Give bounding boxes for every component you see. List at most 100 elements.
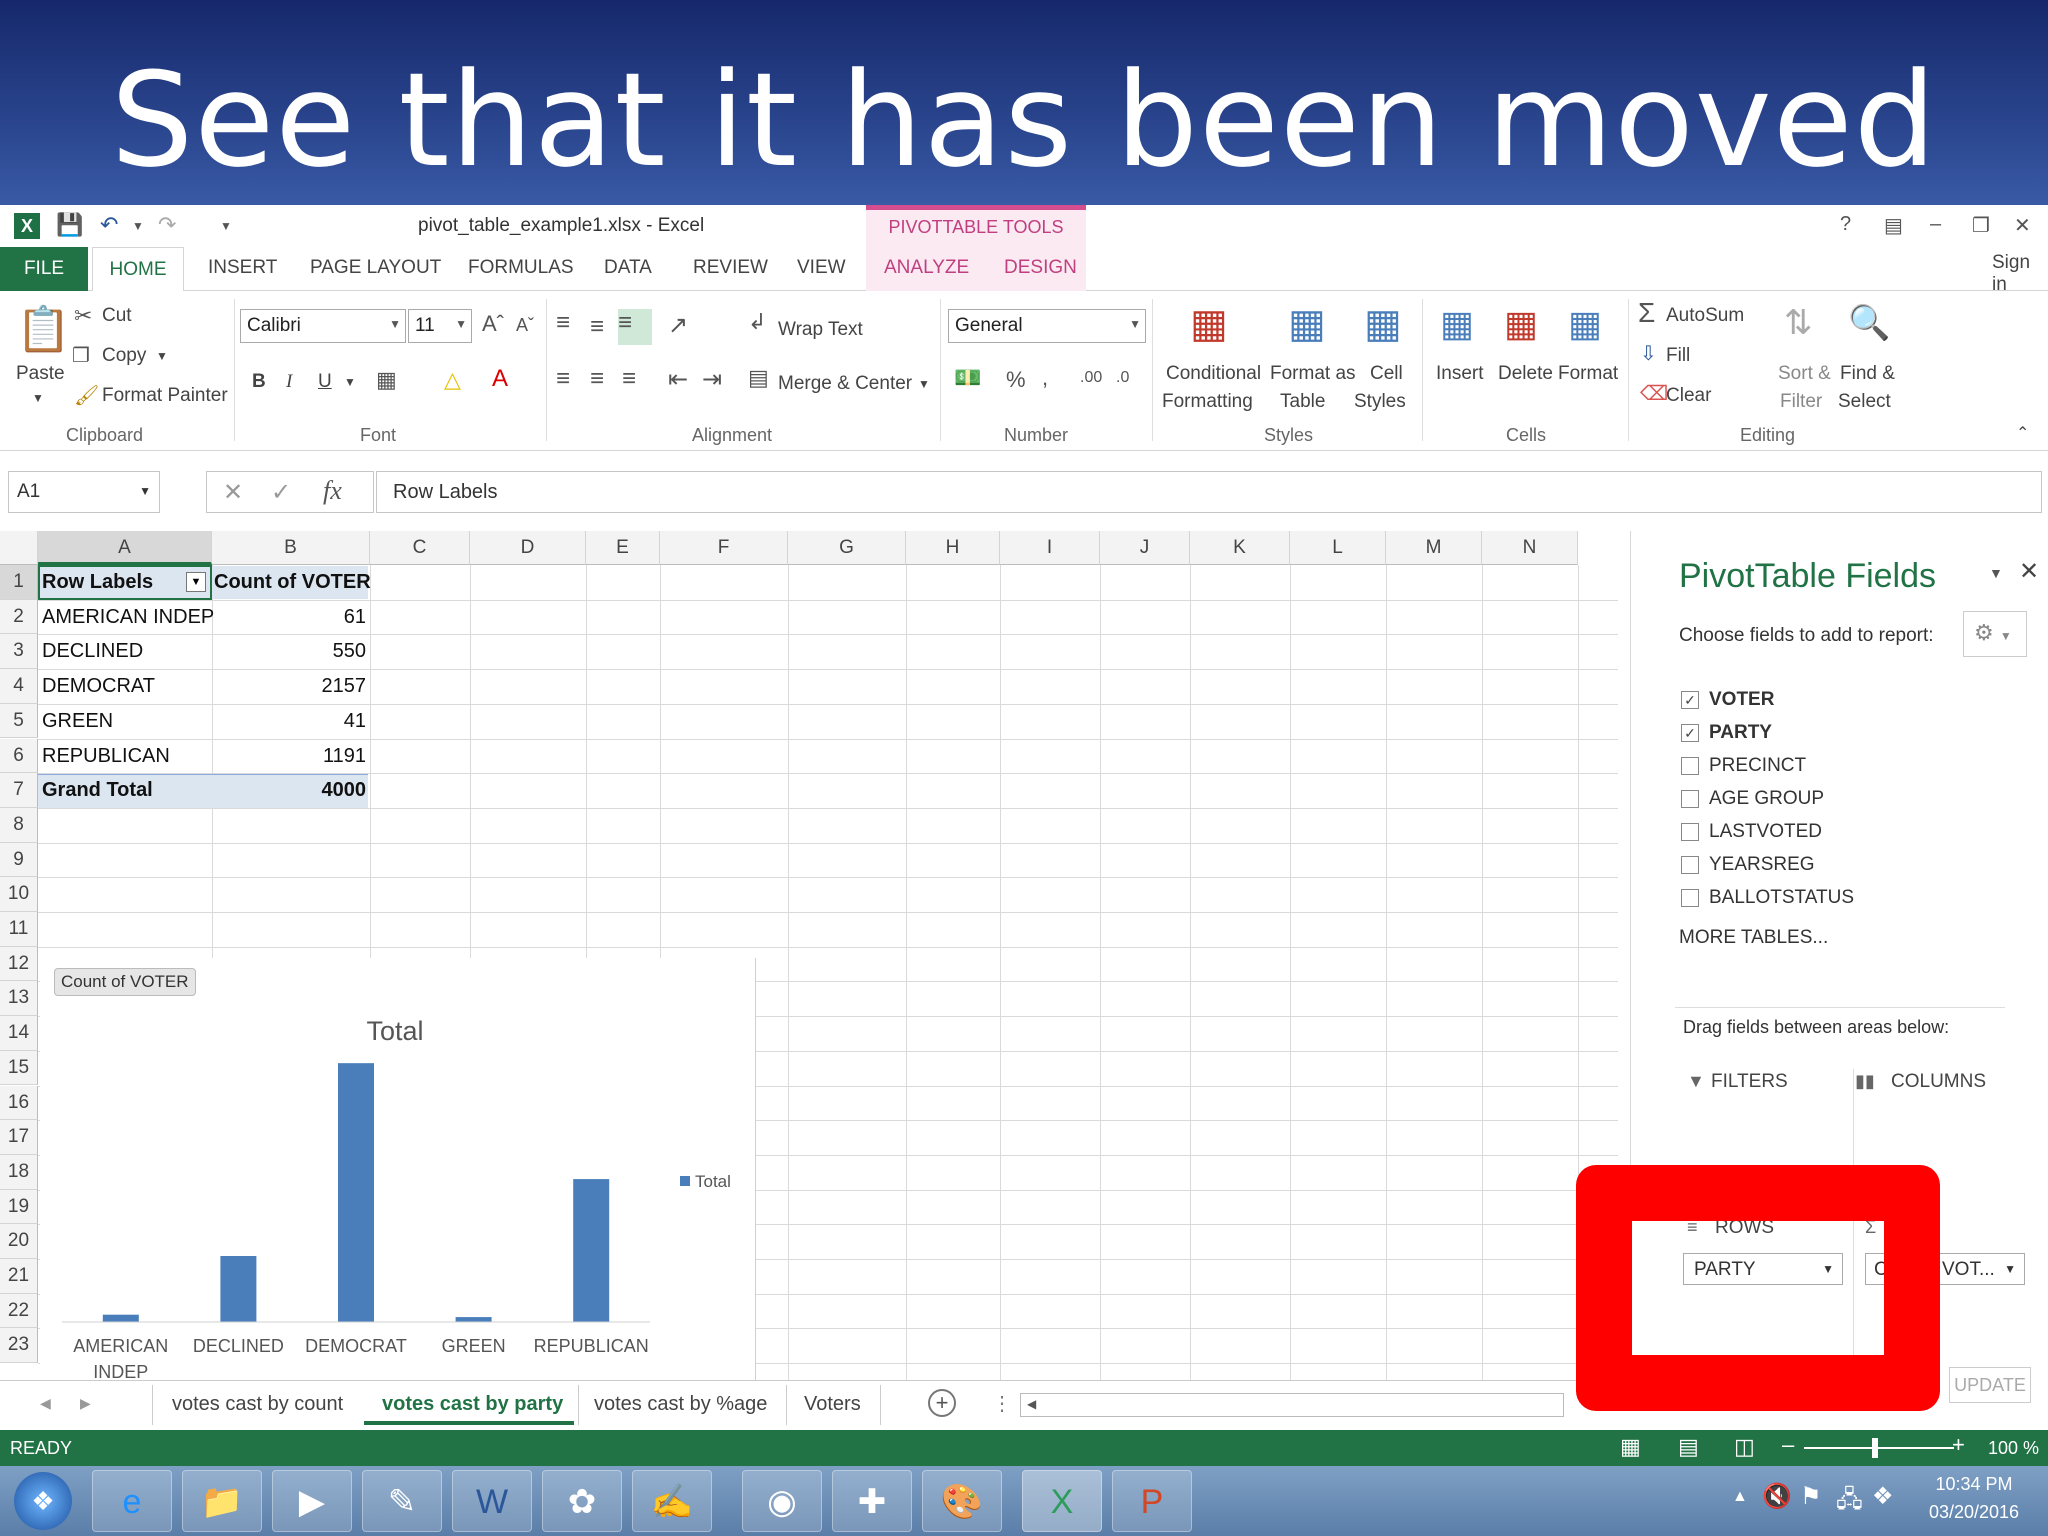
normal-view-icon[interactable]: ▦: [1620, 1434, 1641, 1460]
accounting-format-icon[interactable]: 💵: [954, 365, 981, 391]
scroll-left-icon[interactable]: ◀: [40, 1395, 51, 1412]
field-name[interactable]: YEARSREG: [1709, 854, 1815, 876]
app-icon[interactable]: ✿: [542, 1470, 622, 1532]
pivot-header-row-labels[interactable]: Row Labels: [42, 571, 192, 594]
gear-icon[interactable]: ⚙ ▼: [1963, 611, 2027, 657]
align-center-icon[interactable]: ≡: [590, 365, 604, 393]
row-header[interactable]: 18: [0, 1154, 38, 1190]
restore-icon[interactable]: ❐: [1972, 213, 1990, 238]
tab-analyze[interactable]: ANALYZE: [884, 257, 969, 279]
app-icon[interactable]: ✎: [362, 1470, 442, 1532]
font-name-combo[interactable]: Calibri ▼: [240, 309, 406, 343]
dropbox-icon[interactable]: ❖: [1872, 1482, 1894, 1511]
format-as-table-label-2[interactable]: Table: [1280, 391, 1325, 413]
paint-icon[interactable]: 🎨: [922, 1470, 1002, 1532]
scroll-right-icon[interactable]: ▶: [80, 1395, 91, 1412]
conditional-formatting-label-1[interactable]: Conditional: [1166, 363, 1261, 385]
pivot-row-label[interactable]: AMERICAN INDEP: [42, 606, 214, 629]
action-center-icon[interactable]: ⚑: [1800, 1482, 1822, 1511]
column-header[interactable]: L: [1290, 531, 1386, 565]
align-bottom-icon[interactable]: ≡: [618, 309, 652, 345]
tab-formulas[interactable]: FORMULAS: [468, 257, 574, 279]
sheet-tab-votes-count[interactable]: votes cast by count: [172, 1393, 343, 1416]
paste-icon[interactable]: 📋: [16, 303, 71, 355]
powerpoint-icon[interactable]: P: [1112, 1470, 1192, 1532]
shrink-font-icon[interactable]: Aˇ: [516, 315, 534, 336]
field-name[interactable]: BALLOTSTATUS: [1709, 887, 1854, 909]
row-header[interactable]: 14: [0, 1016, 38, 1051]
sort-filter-label-2[interactable]: Filter: [1780, 391, 1822, 413]
font-color-icon[interactable]: A: [492, 365, 508, 393]
pane-close-icon[interactable]: ✕: [2019, 557, 2039, 586]
update-button[interactable]: UPDATE: [1949, 1367, 2031, 1403]
underline-button[interactable]: U: [318, 371, 332, 393]
number-format-combo[interactable]: General ▼: [948, 309, 1146, 343]
delete-cells-button[interactable]: Delete: [1498, 363, 1553, 385]
chart-bar[interactable]: [220, 1256, 257, 1322]
field-checkbox[interactable]: ✓: [1681, 724, 1699, 742]
field-checkbox[interactable]: [1681, 757, 1699, 775]
row-labels-filter-icon[interactable]: ▼: [186, 572, 206, 592]
tab-home[interactable]: HOME: [92, 247, 184, 292]
chart-bar[interactable]: [338, 1063, 374, 1322]
underline-dropdown-icon[interactable]: ▼: [344, 375, 356, 389]
tab-data[interactable]: DATA: [604, 257, 652, 279]
font-size-combo[interactable]: 11 ▼: [408, 309, 472, 343]
redo-icon[interactable]: ↷: [158, 212, 176, 240]
horizontal-scrollbar[interactable]: ◀: [1020, 1393, 1564, 1417]
insert-cells-button[interactable]: Insert: [1436, 363, 1484, 385]
speaker-muted-icon[interactable]: 🔇: [1762, 1482, 1792, 1511]
clear-button[interactable]: Clear: [1666, 385, 1711, 407]
clock-time[interactable]: 10:34 PM: [1924, 1474, 2024, 1495]
internet-explorer-icon[interactable]: e: [92, 1470, 172, 1532]
autosum-button[interactable]: AutoSum: [1666, 305, 1744, 327]
notepad-icon[interactable]: ✍: [632, 1470, 712, 1532]
help-icon[interactable]: ?: [1840, 213, 1851, 236]
row-header[interactable]: 11: [0, 912, 38, 947]
insert-function-icon[interactable]: fx: [323, 476, 342, 506]
row-header[interactable]: 21: [0, 1259, 38, 1294]
more-tables-link[interactable]: MORE TABLES...: [1679, 927, 1828, 949]
clock-date[interactable]: 03/20/2016: [1916, 1502, 2032, 1523]
page-break-view-icon[interactable]: ◫: [1734, 1434, 1755, 1460]
row-header[interactable]: 16: [0, 1085, 38, 1121]
undo-dropdown-icon[interactable]: ▼: [132, 219, 144, 247]
row-header[interactable]: 10: [0, 877, 38, 912]
row-header[interactable]: 22: [0, 1293, 38, 1329]
row-header[interactable]: 9: [0, 842, 38, 878]
field-name[interactable]: VOTER: [1709, 689, 1774, 711]
borders-icon[interactable]: ▦: [376, 367, 397, 393]
sign-in-link[interactable]: Sign in: [1992, 252, 2048, 296]
zoom-slider-thumb[interactable]: [1872, 1438, 1878, 1458]
pivot-row-value[interactable]: 2157: [214, 675, 367, 698]
row-header[interactable]: 3: [0, 634, 38, 670]
find-select-label-1[interactable]: Find &: [1840, 363, 1895, 385]
excel-taskbar-icon[interactable]: X: [1022, 1470, 1102, 1532]
decrease-decimal-icon[interactable]: .0: [1116, 369, 1129, 387]
pivot-row-label[interactable]: REPUBLICAN: [42, 745, 210, 768]
format-cells-button[interactable]: Format: [1558, 363, 1618, 385]
word-icon[interactable]: W: [452, 1470, 532, 1532]
ribbon-display-icon[interactable]: ▤: [1884, 213, 1903, 238]
wrap-text-button[interactable]: Wrap Text: [778, 319, 863, 341]
tab-review[interactable]: REVIEW: [693, 257, 768, 279]
align-right-icon[interactable]: ≡: [622, 365, 636, 393]
cell-styles-label-2[interactable]: Styles: [1354, 391, 1406, 413]
column-header[interactable]: A: [38, 531, 212, 565]
pivot-row-value[interactable]: 550: [214, 640, 366, 663]
more-options-icon[interactable]: ⋮: [992, 1391, 1012, 1416]
cut-button[interactable]: Cut: [102, 305, 132, 327]
collapse-ribbon-icon[interactable]: ⌃: [2016, 423, 2029, 443]
pivot-chart[interactable]: Count of VOTER Total AMERICAN INDEP DECLIN…: [40, 958, 756, 1380]
zoom-slider[interactable]: [1804, 1447, 1954, 1449]
worksheet-grid[interactable]: ABCDEFGHIJKLMN 1 2 3 4 5 6 7 8 9 10 11 12 13 14 15 16 17…: [0, 531, 1630, 1380]
network-icon[interactable]: 🖧: [1836, 1482, 1863, 1523]
select-all-corner[interactable]: [0, 531, 38, 565]
tab-view[interactable]: VIEW: [797, 257, 846, 279]
sort-filter-label-1[interactable]: Sort &: [1778, 363, 1831, 385]
file-explorer-icon[interactable]: 📁: [182, 1470, 262, 1532]
bold-button[interactable]: B: [252, 371, 266, 393]
page-layout-view-icon[interactable]: ▤: [1678, 1434, 1699, 1460]
italic-button[interactable]: I: [286, 371, 292, 393]
field-checkbox[interactable]: ✓: [1681, 691, 1699, 709]
